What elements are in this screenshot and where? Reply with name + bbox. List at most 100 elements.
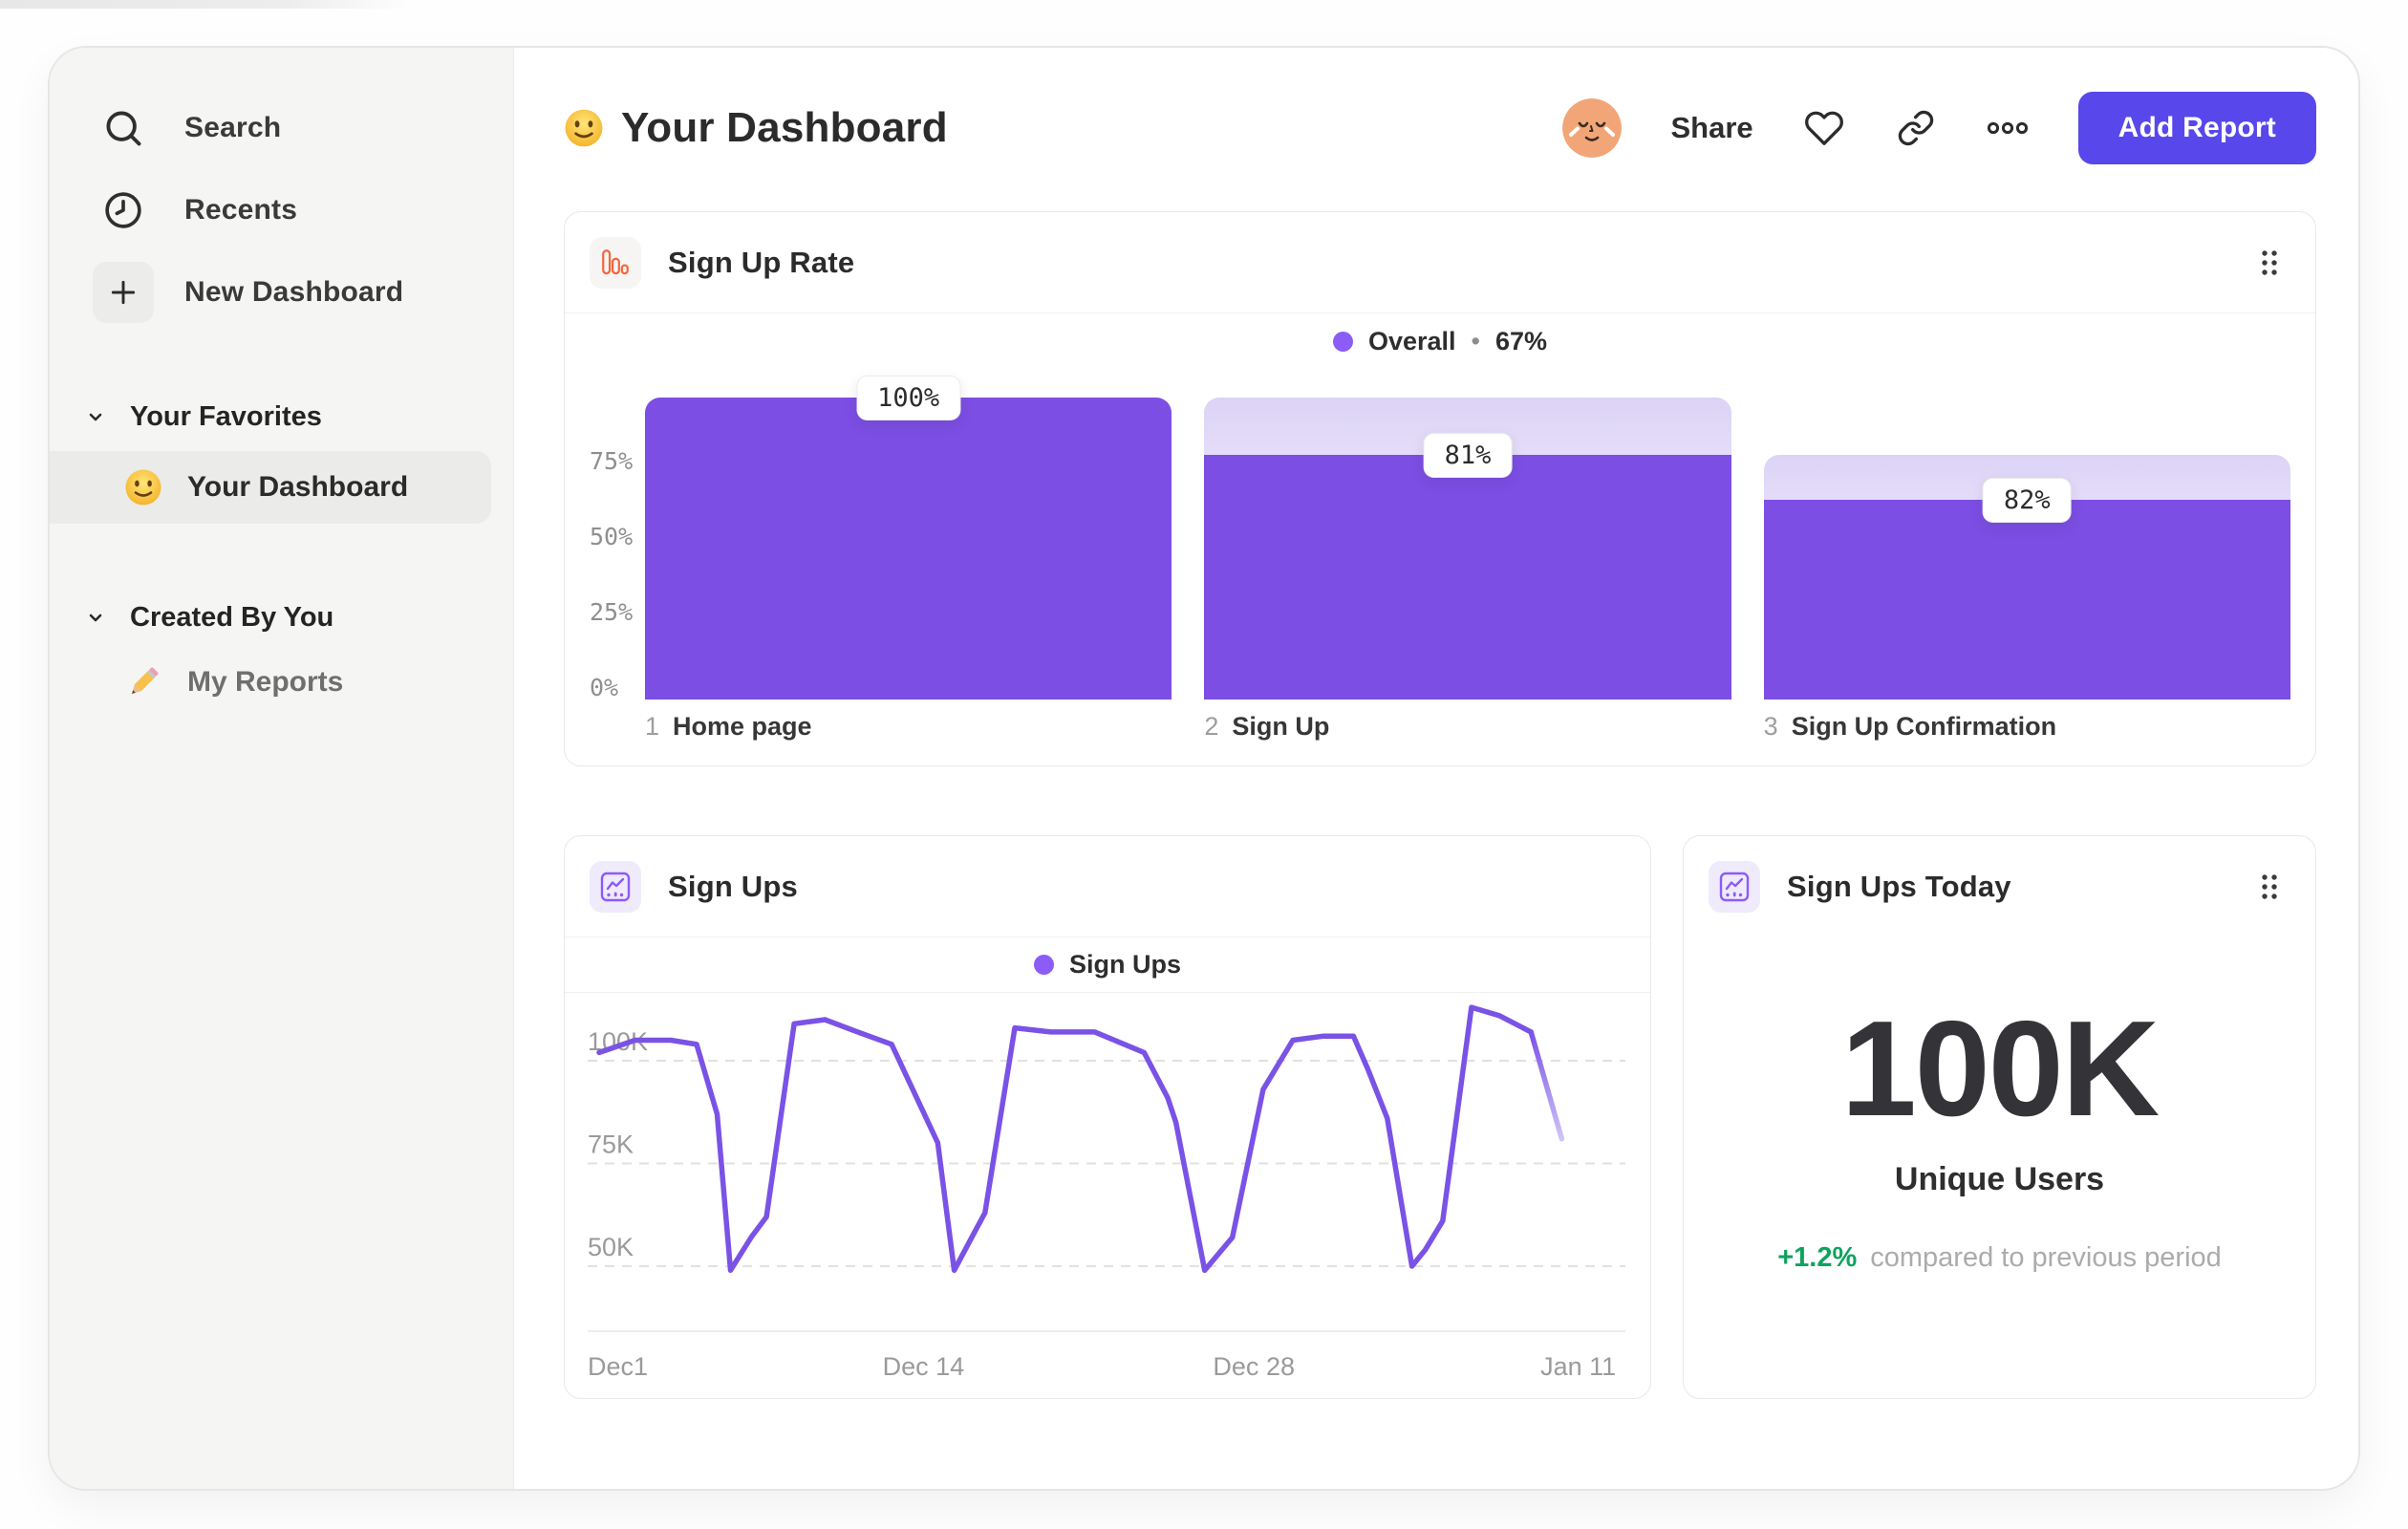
metric-value: 100K bbox=[1840, 993, 2160, 1145]
cards-row: Sign Ups Sign Ups 100K 75K 50K Dec1 Dec 14 De… bbox=[564, 835, 2316, 1399]
sidebar-item-search[interactable]: Search bbox=[50, 97, 513, 159]
main-content: Your Dashboard Share Add Report Sign Up … bbox=[514, 48, 2358, 1489]
funnel-legend: Overall • 67% bbox=[565, 313, 2315, 369]
header-actions: Share Add Report bbox=[1561, 92, 2316, 164]
card-header: Sign Up Rate bbox=[565, 212, 2315, 313]
funnel-bar-fill bbox=[645, 398, 1172, 700]
card-header: Sign Ups Today bbox=[1684, 836, 2315, 937]
title-group: Your Dashboard bbox=[564, 104, 948, 152]
search-icon bbox=[93, 97, 154, 159]
add-report-button[interactable]: Add Report bbox=[2077, 92, 2316, 164]
legend-separator: • bbox=[1471, 326, 1480, 355]
sidebar-item-label: New Dashboard bbox=[184, 276, 404, 308]
sign-ups-card: Sign Ups Sign Ups 100K 75K 50K Dec1 Dec 14 De… bbox=[564, 835, 1651, 1399]
y-axis-tick: 50% bbox=[590, 523, 634, 550]
sidebar-item-label: Search bbox=[184, 112, 282, 143]
drag-handle-icon[interactable] bbox=[2250, 244, 2289, 282]
funnel-chart[interactable]: 75% 50% 25% 0% 100% 81% 82% 1 Home page … bbox=[565, 369, 2315, 742]
funnel-value-tooltip: 81% bbox=[1423, 433, 1513, 479]
y-axis-label: 75K bbox=[588, 1131, 634, 1159]
legend-dot bbox=[1332, 331, 1353, 352]
step-label: 3 Sign Up Confirmation bbox=[1764, 712, 2290, 742]
sidebar-item-your-dashboard[interactable]: Your Dashboard bbox=[50, 451, 491, 524]
delta-note: compared to previous period bbox=[1870, 1242, 2222, 1273]
sidebar-section-label: Your Favorites bbox=[130, 400, 322, 432]
funnel-value-tooltip: 100% bbox=[856, 376, 961, 420]
sidebar-section-your-favorites[interactable]: Your Favorites bbox=[50, 392, 513, 441]
sidebar: Search Recents New Dashboard Your Favori… bbox=[50, 48, 514, 1489]
sign-ups-today-card: Sign Ups Today 100K Unique Users +1.2% c… bbox=[1683, 835, 2316, 1399]
sign-ups-line-svg: 100K75K50KDec1 Dec 14 Dec 28 Jan 11 bbox=[588, 1004, 1625, 1381]
sidebar-item-label: Your Dashboard bbox=[187, 471, 409, 503]
step-number: 3 bbox=[1763, 712, 1778, 741]
step-name: Sign Up Confirmation bbox=[1791, 712, 2057, 741]
legend-dot bbox=[1033, 955, 1054, 975]
sidebar-item-recents[interactable]: Recents bbox=[50, 180, 513, 241]
funnel-bar-home-page[interactable]: 100% bbox=[645, 369, 1172, 700]
metric-label: Unique Users bbox=[1894, 1161, 2105, 1197]
line-chart-icon bbox=[1709, 861, 1760, 913]
big-number-body: 100K Unique Users +1.2% compared to prev… bbox=[1684, 937, 2315, 1274]
funnel-step-labels: 1 Home page 2 Sign Up 3 Sign Up Confirma… bbox=[590, 712, 2290, 742]
legend-value: 67% bbox=[1494, 326, 1548, 355]
favorite-heart-icon[interactable] bbox=[1803, 107, 1845, 149]
step-name: Home page bbox=[673, 712, 812, 741]
sidebar-item-new-dashboard[interactable]: New Dashboard bbox=[50, 262, 513, 323]
y-axis-label: 50K bbox=[588, 1233, 634, 1261]
y-axis-tick: 0% bbox=[590, 674, 619, 701]
sign-up-rate-card: Sign Up Rate Overall • 67% 75% 50% 25% 0… bbox=[564, 211, 2316, 766]
funnel-plot-area: 75% 50% 25% 0% 100% 81% 82% bbox=[590, 369, 2290, 701]
chevron-down-icon bbox=[84, 405, 107, 428]
x-axis-label: Dec1 bbox=[588, 1352, 648, 1381]
sidebar-section-label: Created By You bbox=[130, 601, 334, 633]
card-title: Sign Up Rate bbox=[668, 245, 855, 279]
step-label: 2 Sign Up bbox=[1204, 712, 1731, 742]
app-window: Search Recents New Dashboard Your Favori… bbox=[48, 46, 2360, 1491]
screen: Search Recents New Dashboard Your Favori… bbox=[0, 0, 2408, 1529]
line-chart-icon bbox=[590, 860, 641, 913]
sidebar-item-label: My Reports bbox=[187, 666, 344, 698]
funnel-bar-fill bbox=[1763, 500, 2290, 700]
funnel-bar-sign-up-confirmation[interactable]: 82% bbox=[1763, 369, 2290, 700]
metric-delta-row: +1.2% compared to previous period bbox=[1777, 1242, 2222, 1274]
step-name: Sign Up bbox=[1232, 712, 1330, 741]
y-axis-tick: 25% bbox=[590, 598, 634, 626]
line-legend: Sign Ups bbox=[565, 937, 1650, 993]
funnel-value-tooltip: 82% bbox=[1982, 478, 2072, 524]
drag-handle-icon[interactable] bbox=[2250, 868, 2289, 906]
step-label: 1 Home page bbox=[645, 712, 1172, 742]
delta-value: +1.2% bbox=[1777, 1242, 1858, 1273]
x-axis-label: Dec 28 bbox=[1213, 1352, 1295, 1381]
sidebar-item-my-reports[interactable]: My Reports bbox=[50, 646, 513, 719]
smiley-emoji bbox=[124, 468, 162, 506]
sign-ups-line-faded-tail bbox=[1528, 1029, 1565, 1142]
card-title: Sign Ups bbox=[668, 869, 798, 903]
funnel-chart-icon bbox=[590, 236, 641, 289]
card-title: Sign Ups Today bbox=[1787, 870, 2011, 903]
dashboard-header: Your Dashboard Share Add Report bbox=[564, 90, 2316, 166]
x-axis-label: Jan 11 bbox=[1540, 1352, 1616, 1381]
x-axis-label: Dec 14 bbox=[883, 1352, 965, 1381]
legend-label: Overall bbox=[1367, 326, 1456, 355]
more-options-icon[interactable] bbox=[1987, 107, 2029, 149]
y-axis-tick: 75% bbox=[590, 447, 634, 475]
legend-label: Sign Ups bbox=[1068, 950, 1181, 979]
page-title: Your Dashboard bbox=[621, 104, 948, 151]
line-chart[interactable]: 100K 75K 50K Dec1 Dec 14 Dec 28 Jan 11 bbox=[565, 993, 1650, 1395]
sidebar-item-label: Recents bbox=[184, 194, 298, 226]
smiley-emoji bbox=[564, 108, 604, 148]
plus-icon bbox=[93, 262, 154, 323]
sidebar-section-created-by-you[interactable]: Created By You bbox=[50, 592, 513, 642]
share-button[interactable]: Share bbox=[1671, 111, 1753, 145]
avatar[interactable] bbox=[1561, 98, 1622, 158]
screenshot-edge-artifact bbox=[0, 0, 411, 9]
step-number: 1 bbox=[645, 712, 660, 741]
step-number: 2 bbox=[1204, 712, 1219, 741]
funnel-bar-sign-up[interactable]: 81% bbox=[1204, 369, 1731, 700]
sign-ups-line bbox=[596, 1004, 1534, 1274]
copy-link-icon[interactable] bbox=[1895, 107, 1937, 149]
pencil-emoji bbox=[124, 663, 162, 701]
card-header: Sign Ups bbox=[565, 836, 1650, 937]
funnel-bar-fill bbox=[1204, 455, 1731, 700]
clock-icon bbox=[93, 180, 154, 241]
